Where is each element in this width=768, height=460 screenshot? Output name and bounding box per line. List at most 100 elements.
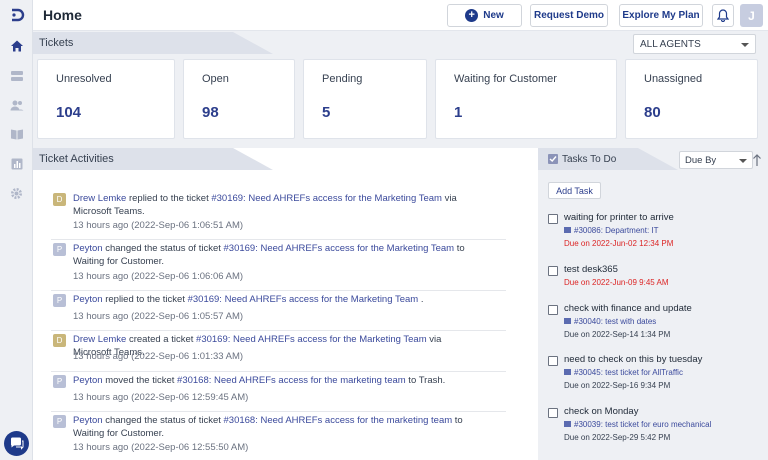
activity-user-link[interactable]: Peyton: [73, 415, 103, 426]
activity-action: changed the status of ticket: [102, 415, 224, 426]
chat-support-button[interactable]: [4, 431, 29, 456]
knowledge-base-icon[interactable]: [8, 125, 25, 142]
task-checkbox[interactable]: [548, 305, 558, 315]
add-task-button[interactable]: Add Task: [548, 182, 601, 199]
request-demo-button[interactable]: Request Demo: [530, 4, 608, 27]
explore-my-plan-label: Explore My Plan: [622, 10, 700, 21]
activity-user-link[interactable]: Peyton: [73, 375, 103, 386]
task-due-date: Due on 2022-Jun-02 12:34 PM: [564, 239, 674, 248]
activity-item: P Peyton moved the ticket #30168: Need A…: [51, 372, 506, 412]
notifications-button[interactable]: [712, 4, 734, 27]
reports-icon[interactable]: [8, 155, 25, 172]
task-ref-text: #30045: test ticket for AllTraffic: [574, 368, 683, 377]
top-header: Home + New Request Demo Explore My Plan …: [33, 0, 768, 31]
task-title[interactable]: check with finance and update: [564, 303, 692, 314]
activity-action: created a ticket: [126, 334, 197, 345]
agent-filter-select[interactable]: ALL AGENTS: [633, 34, 756, 54]
contacts-icon[interactable]: [8, 96, 25, 113]
ticket-square-icon: [564, 421, 571, 427]
activity-action: replied to the ticket: [126, 193, 212, 204]
task-title[interactable]: need to check on this by tuesday: [564, 354, 702, 365]
activity-ticket-link[interactable]: #30169: Need AHREFs access for the Marke…: [211, 193, 442, 204]
tasks-section-title: Tasks To Do: [562, 154, 617, 165]
sort-direction-arrow-icon[interactable]: [752, 153, 762, 167]
stat-card-unassigned[interactable]: Unassigned 80: [625, 59, 758, 139]
bell-icon: [717, 9, 729, 22]
activity-time: 13 hours ago (2022-Sep-06 1:06:06 AM): [73, 271, 244, 282]
activity-text: Peyton moved the ticket #30168: Need AHR…: [73, 374, 473, 387]
activity-avatar: P: [53, 415, 66, 428]
stat-card-unresolved[interactable]: Unresolved 104: [37, 59, 175, 139]
activities-section-header: Ticket Activities: [33, 148, 273, 170]
activity-ticket-link[interactable]: #30168: Need AHREFs access for the marke…: [224, 415, 453, 426]
task-item: need to check on this by tuesday #30045:…: [548, 354, 758, 394]
task-checkbox[interactable]: [548, 356, 558, 366]
activity-suffix: .: [418, 294, 424, 305]
settings-gear-icon[interactable]: [8, 185, 25, 202]
stat-card-waiting-for-customer[interactable]: Waiting for Customer 1: [435, 59, 617, 139]
tasks-checkbox-icon[interactable]: [548, 154, 558, 164]
stat-label: Unassigned: [644, 73, 703, 85]
request-demo-label: Request Demo: [533, 10, 604, 21]
stat-value: 80: [644, 104, 661, 121]
task-due-date: Due on 2022-Sep-29 5:42 PM: [564, 433, 671, 442]
activity-ticket-link[interactable]: #30169: Need AHREFs access for the Marke…: [224, 243, 455, 254]
tickets-section-title: Tickets: [39, 37, 74, 49]
plus-circle-icon: +: [465, 9, 479, 22]
ticket-square-icon: [564, 369, 571, 375]
user-avatar[interactable]: J: [740, 4, 763, 27]
home-icon[interactable]: [8, 37, 25, 54]
task-item: check with finance and update #30040: te…: [548, 303, 758, 343]
activity-ticket-link[interactable]: #30169: Need AHREFs access for the Marke…: [196, 334, 427, 345]
activity-avatar: P: [53, 294, 66, 307]
task-item: waiting for printer to arrive #30086: De…: [548, 212, 758, 252]
activity-ticket-link[interactable]: #30168: Need AHREFs access for the marke…: [177, 375, 406, 386]
task-title[interactable]: waiting for printer to arrive: [564, 212, 674, 223]
activity-suffix: to Trash.: [405, 375, 446, 386]
tickets-icon[interactable]: [8, 67, 25, 84]
task-ticket-ref[interactable]: #30039: test ticket for euro mechanical: [564, 420, 711, 429]
activity-avatar: D: [53, 193, 66, 206]
task-title[interactable]: check on Monday: [564, 406, 638, 417]
stat-value: 98: [202, 104, 219, 121]
explore-my-plan-button[interactable]: Explore My Plan: [619, 4, 703, 27]
task-checkbox[interactable]: [548, 266, 558, 276]
stat-card-pending[interactable]: Pending 5: [303, 59, 427, 139]
task-ticket-ref[interactable]: #30086: Department: IT: [564, 226, 659, 235]
activity-time: 13 hours ago (2022-Sep-06 1:01:33 AM): [73, 351, 244, 362]
tasks-sort-select[interactable]: Due By: [679, 151, 753, 169]
stat-card-open[interactable]: Open 98: [183, 59, 295, 139]
chevron-down-icon: [739, 159, 747, 163]
task-title[interactable]: test desk365: [564, 264, 618, 275]
stat-label: Waiting for Customer: [454, 73, 557, 85]
task-ref-text: #30086: Department: IT: [574, 226, 659, 235]
new-button-label: New: [483, 10, 504, 21]
activity-action: replied to the ticket: [102, 294, 188, 305]
activity-text: Peyton changed the status of ticket #301…: [73, 242, 473, 268]
app-logo-icon[interactable]: [8, 6, 25, 23]
task-checkbox[interactable]: [548, 408, 558, 418]
activities-section-title: Ticket Activities: [39, 153, 114, 165]
new-button[interactable]: + New: [447, 4, 522, 27]
activity-avatar: D: [53, 334, 66, 347]
activity-user-link[interactable]: Peyton: [73, 294, 103, 305]
activity-user-link[interactable]: Drew Lemke: [73, 334, 126, 345]
ticket-activities-panel: Ticket Activities D Drew Lemke replied t…: [33, 148, 538, 460]
activity-avatar: P: [53, 243, 66, 256]
stat-label: Unresolved: [56, 73, 112, 85]
activity-time: 13 hours ago (2022-Sep-06 1:06:51 AM): [73, 220, 244, 231]
chat-bubble-icon: [10, 437, 23, 450]
task-ticket-ref[interactable]: #30045: test ticket for AllTraffic: [564, 368, 683, 377]
activity-ticket-link[interactable]: #30169: Need AHREFs access for the Marke…: [188, 294, 419, 305]
activity-item: P Peyton replied to the ticket #30169: N…: [51, 291, 506, 331]
stat-label: Open: [202, 73, 229, 85]
activity-action: changed the status of ticket: [102, 243, 224, 254]
activity-user-link[interactable]: Peyton: [73, 243, 103, 254]
task-checkbox[interactable]: [548, 214, 558, 224]
stat-value: 1: [454, 104, 463, 121]
activity-text: Peyton replied to the ticket #30169: Nee…: [73, 293, 473, 306]
task-ticket-ref[interactable]: #30040: test with dates: [564, 317, 656, 326]
activity-user-link[interactable]: Drew Lemke: [73, 193, 126, 204]
page-title: Home: [43, 7, 82, 23]
tasks-section-header: Tasks To Do: [538, 148, 678, 170]
